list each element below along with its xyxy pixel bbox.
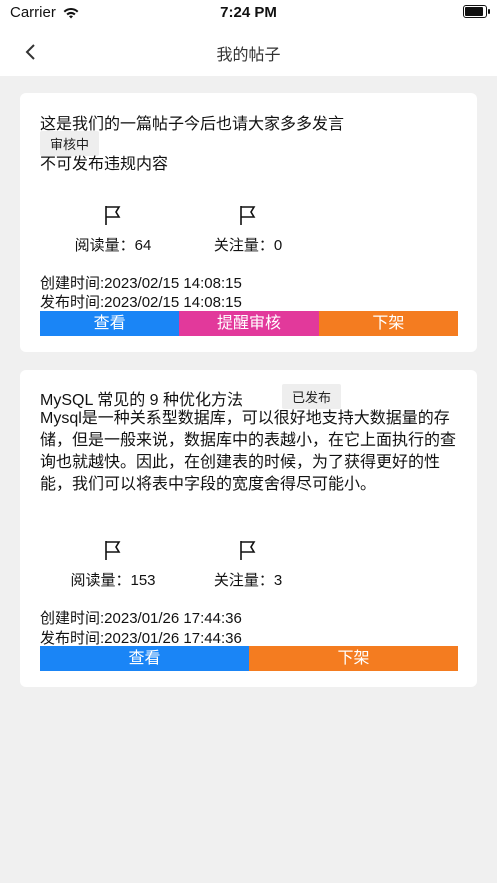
read-count-value: 64 xyxy=(134,237,152,254)
action-bar: 查看 提醒审核 下架 xyxy=(40,311,458,336)
flag-icon xyxy=(105,206,121,225)
read-count: 阅读量：64 xyxy=(53,204,173,255)
takedown-button[interactable]: 下架 xyxy=(249,646,458,671)
created-time: 创建时间:2023/01/26 17:44:36 xyxy=(40,610,242,627)
read-count-value: 153 xyxy=(130,572,156,589)
flag-icon xyxy=(240,206,256,225)
nav-bar: 我的帖子 xyxy=(0,28,497,76)
post-body: Mysql是一种关系型数据库，可以很好地支持大数据量的存储，但是一般来说，数据库… xyxy=(40,410,457,493)
read-count-label: 阅读量： xyxy=(74,237,135,254)
follow-count: 关注量：0 xyxy=(188,204,308,255)
action-bar: 查看 下架 xyxy=(40,646,458,671)
follow-count-label: 关注量： xyxy=(213,572,274,589)
post-body: 不可发布违规内容 xyxy=(40,156,169,173)
published-time: 发布时间:2023/02/15 14:08:15 xyxy=(40,294,242,311)
post-title: MySQL 常见的 9 种优化方法 xyxy=(40,392,243,409)
view-button[interactable]: 查看 xyxy=(40,646,249,671)
read-count: 阅读量：153 xyxy=(53,539,173,590)
status-badge: 已发布 xyxy=(282,384,342,409)
post-card: 这是我们的一篇帖子今后也请大家多多发言 审核中 不可发布违规内容 阅读量：64 … xyxy=(20,93,477,352)
page-title: 我的帖子 xyxy=(216,47,281,64)
remind-review-button[interactable]: 提醒审核 xyxy=(179,311,319,336)
status-badge: 审核中 xyxy=(40,131,100,156)
flag-icon xyxy=(105,541,121,560)
follow-count: 关注量：3 xyxy=(188,539,308,590)
published-time: 发布时间:2023/01/26 17:44:36 xyxy=(40,630,242,647)
flag-icon xyxy=(240,541,256,560)
takedown-button[interactable]: 下架 xyxy=(318,311,458,336)
status-time: 7:24 PM xyxy=(220,4,277,21)
battery-icon xyxy=(463,5,490,18)
read-count-label: 阅读量： xyxy=(70,572,131,589)
follow-count-value: 3 xyxy=(273,572,283,589)
follow-count-label: 关注量： xyxy=(213,237,274,254)
status-bar: Carrier 7:24 PM xyxy=(0,0,497,28)
post-card: MySQL 常见的 9 种优化方法 已发布 Mysql是一种关系型数据库，可以很… xyxy=(20,370,477,687)
created-time: 创建时间:2023/02/15 14:08:15 xyxy=(40,275,242,292)
follow-count-value: 0 xyxy=(273,237,283,254)
view-button[interactable]: 查看 xyxy=(40,311,180,336)
